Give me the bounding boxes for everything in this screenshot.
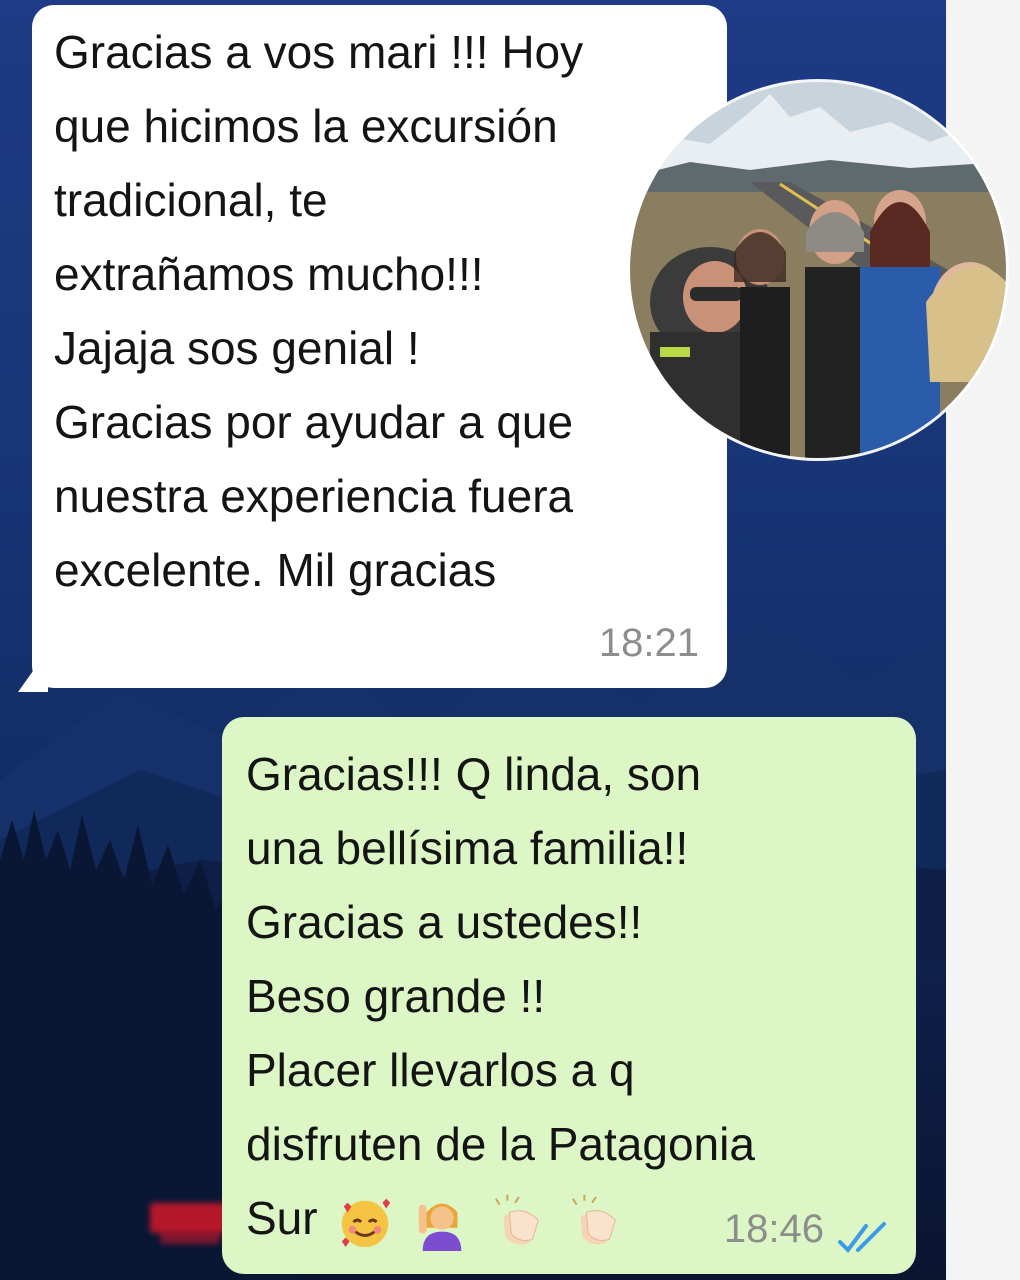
incoming-message-bubble[interactable]: Gracias a vos mari !!! Hoy que hicimos l…	[32, 5, 727, 688]
message-line: excelente. Mil gracias	[54, 544, 497, 596]
message-line: Gracias!!! Q linda, son	[246, 748, 702, 800]
message-line: Gracias a vos mari !!! Hoy	[54, 26, 584, 78]
message-line: que hicimos la excursión	[54, 100, 558, 152]
read-double-check-icon	[836, 1220, 894, 1256]
outgoing-message-bubble[interactable]: Gracias!!! Q linda, son una bellísima fa…	[222, 717, 916, 1274]
car-taillight-reflection	[160, 1230, 220, 1244]
clapping-hands-icon	[567, 1193, 625, 1251]
message-line: nuestra experiencia fuera	[54, 470, 574, 522]
message-line: una bellísima familia!!	[246, 822, 689, 874]
message-line: Placer llevarlos a q	[246, 1044, 635, 1096]
group-photo-sticker[interactable]	[630, 82, 1006, 458]
smiling-face-with-hearts-icon	[336, 1193, 394, 1251]
person-raising-hand-icon	[413, 1193, 471, 1251]
message-text: Sur	[246, 1192, 318, 1244]
message-timestamp: 18:21	[598, 621, 699, 665]
message-line: Gracias a ustedes!!	[246, 896, 643, 948]
car-taillight	[150, 1203, 230, 1233]
clapping-hands-icon	[490, 1193, 548, 1251]
message-line: disfruten de la Patagonia	[246, 1118, 755, 1170]
message-line: Jajaja sos genial !	[54, 322, 420, 374]
message-line: Beso grande !!	[246, 970, 546, 1022]
message-line: Gracias por ayudar a que	[54, 396, 574, 448]
message-line: tradicional, te	[54, 174, 328, 226]
message-line: extrañamos mucho!!!	[54, 248, 484, 300]
message-timestamp: 18:46	[723, 1207, 824, 1251]
